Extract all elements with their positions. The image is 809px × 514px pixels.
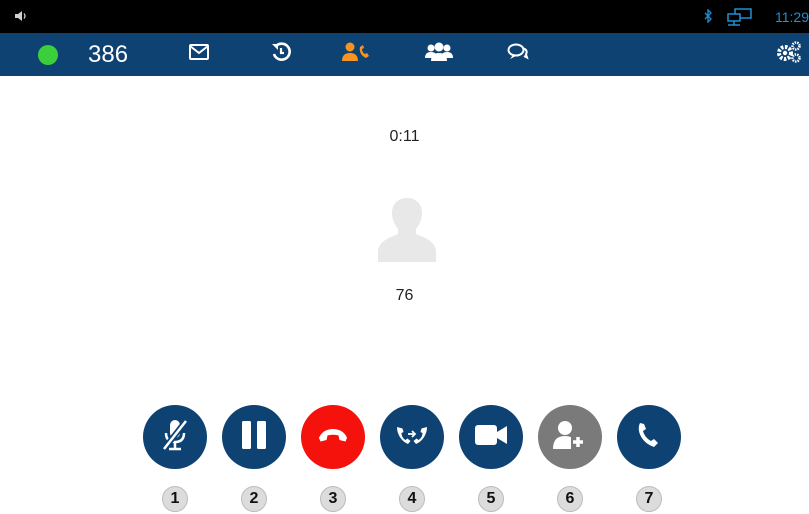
badge-2: 2 <box>241 486 267 512</box>
end-call-button[interactable] <box>301 405 365 469</box>
nav-messages[interactable] <box>184 33 214 76</box>
extension-label: 386 <box>88 40 129 68</box>
chat-icon <box>507 42 529 67</box>
person-icon <box>376 198 438 268</box>
badge-4: 4 <box>399 486 425 512</box>
extension-number[interactable]: 386 <box>88 33 140 76</box>
presence-dot <box>38 44 58 65</box>
new-call-button[interactable] <box>617 405 681 469</box>
nav-calls[interactable] <box>336 33 376 76</box>
speaker-icon <box>14 9 28 28</box>
badge-7: 7 <box>636 486 662 512</box>
nav-bar: 386 <box>0 33 809 76</box>
badge-3: 3 <box>320 486 346 512</box>
video-icon <box>474 423 508 452</box>
history-icon <box>271 42 291 67</box>
hangup-icon <box>317 427 349 448</box>
network-icon <box>726 8 754 31</box>
mail-icon <box>189 44 209 65</box>
contacts-icon <box>425 42 453 67</box>
phone-icon <box>635 421 663 454</box>
transfer-icon <box>395 424 429 451</box>
add-user-icon <box>552 420 588 455</box>
caller-number: 76 <box>395 287 414 304</box>
nav-history[interactable] <box>264 33 298 76</box>
add-participant-button[interactable] <box>538 405 602 469</box>
nav-contacts[interactable] <box>422 33 456 76</box>
call-timer: 0:11 <box>389 128 420 145</box>
presence-indicator[interactable] <box>37 33 59 76</box>
avatar <box>376 196 438 269</box>
mute-button[interactable] <box>143 405 207 469</box>
settings-icon <box>776 41 802 68</box>
bluetooth-icon <box>704 8 712 28</box>
nav-chat[interactable] <box>503 33 533 76</box>
badge-5: 5 <box>478 486 504 512</box>
pause-icon <box>239 419 269 456</box>
nav-settings[interactable] <box>774 33 804 76</box>
status-bar: 11:29 <box>0 0 809 33</box>
hold-button[interactable] <box>222 405 286 469</box>
transfer-button[interactable] <box>380 405 444 469</box>
active-call-icon <box>341 41 371 68</box>
video-button[interactable] <box>459 405 523 469</box>
status-clock: 11:29 <box>775 9 809 25</box>
badge-6: 6 <box>557 486 583 512</box>
badge-1: 1 <box>162 486 188 512</box>
mic-off-icon <box>159 417 191 458</box>
